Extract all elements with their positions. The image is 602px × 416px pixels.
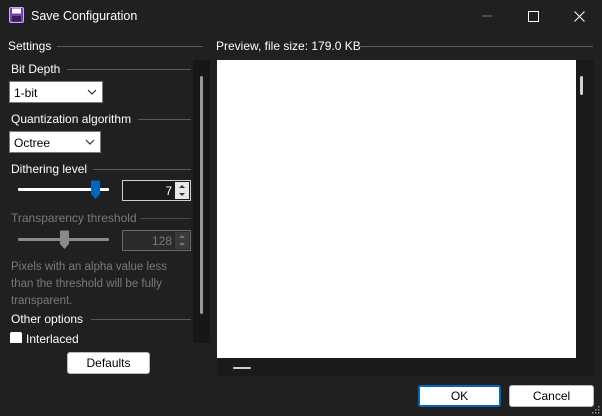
settings-header: Settings (8, 39, 52, 53)
preview-header: Preview, file size: 179.0 KB (216, 39, 361, 53)
transparency-divider (140, 218, 191, 219)
preview-hscroll-thumb[interactable] (233, 367, 251, 369)
cancel-button[interactable]: Cancel (509, 385, 594, 407)
preview-viewport[interactable] (217, 60, 594, 376)
other-options-divider (91, 319, 191, 320)
transparency-help-text: Pixels with an alpha value less than the… (11, 261, 167, 307)
close-button[interactable] (556, 0, 602, 32)
chevron-down-icon (85, 139, 95, 145)
spin-arrows-icon[interactable] (175, 182, 189, 199)
chevron-down-icon (87, 89, 97, 95)
maximize-icon (527, 10, 539, 22)
close-icon (573, 10, 585, 22)
settings-scrollbar-thumb[interactable] (200, 76, 203, 314)
interlaced-label[interactable]: Interlaced (26, 332, 79, 343)
title-bar[interactable]: Save Configuration (0, 0, 602, 32)
defaults-button[interactable]: Defaults (67, 352, 150, 374)
transparency-slider-thumb[interactable] (59, 230, 70, 250)
preview-vscroll-thumb[interactable] (580, 76, 583, 95)
settings-scrollbar[interactable] (193, 60, 210, 343)
bit-depth-divider (67, 69, 191, 70)
maximize-button[interactable] (510, 0, 556, 32)
bit-depth-value: 1-bit (14, 86, 38, 100)
ok-button[interactable]: OK (418, 385, 501, 407)
dithering-label: Dithering level (11, 162, 88, 176)
quantization-value: Octree (14, 136, 51, 150)
preview-divider (357, 46, 593, 47)
quantization-select[interactable]: Octree (9, 131, 101, 153)
other-options-label: Other options (11, 312, 84, 326)
transparency-label: Transparency threshold (11, 211, 137, 225)
minimize-button[interactable] (464, 0, 510, 32)
interlaced-checkbox[interactable] (10, 332, 22, 343)
dithering-divider (93, 169, 191, 170)
minimize-icon (482, 15, 492, 17)
floppy-disk-icon (9, 7, 24, 23)
transparency-spinbox[interactable]: 128 (122, 230, 191, 251)
window-title: Save Configuration (31, 9, 138, 23)
spin-arrows-icon[interactable] (175, 232, 189, 249)
quantization-label: Quantization algorithm (11, 112, 132, 126)
dithering-value: 7 (165, 184, 172, 198)
settings-divider (57, 46, 203, 47)
bit-depth-label: Bit Depth (11, 62, 61, 76)
bit-depth-select[interactable]: 1-bit (9, 81, 103, 103)
transparency-value: 128 (151, 234, 172, 248)
settings-panel[interactable]: Bit Depth 1-bit Quantization algorithm O… (0, 58, 210, 343)
resize-grip-icon[interactable] (590, 404, 600, 414)
dithering-slider-thumb[interactable] (90, 180, 101, 200)
preview-image (217, 60, 576, 358)
dithering-spinbox[interactable]: 7 (122, 180, 191, 201)
quantization-divider (138, 119, 191, 120)
